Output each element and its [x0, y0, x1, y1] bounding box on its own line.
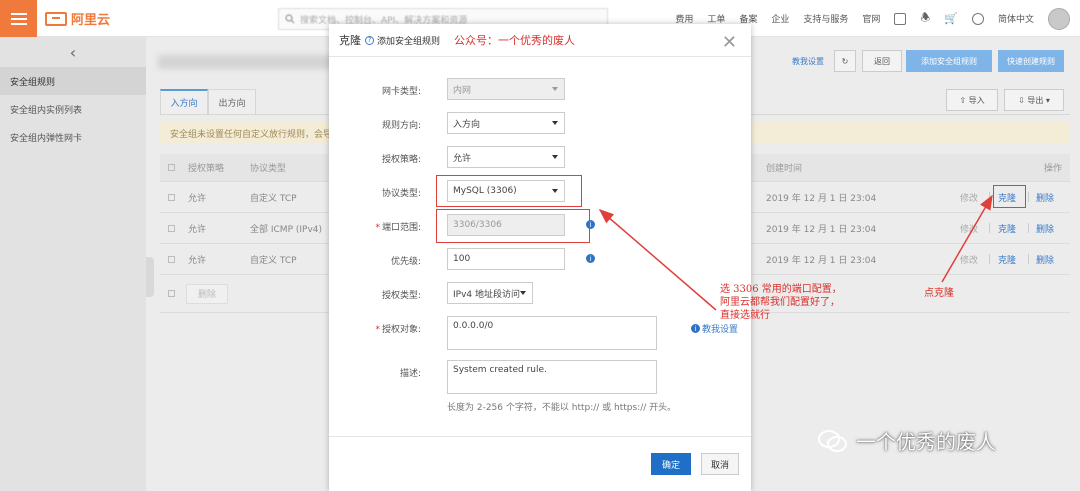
arrow-to-clone — [941, 194, 993, 283]
port-annotation: 选 3306 常用的端口配置， 阿里云都帮我们配置好了， 直接选就行 — [720, 283, 842, 322]
wechat-watermark: 一个优秀的废人 — [818, 426, 996, 455]
wechat-logo-icon — [818, 429, 847, 452]
port-annotation-line: 选 3306 常用的端口配置， — [720, 284, 842, 295]
annotation-arrows — [598, 194, 993, 311]
clone-annotation: 点克隆 — [924, 288, 954, 299]
arrow-to-port — [598, 209, 717, 311]
watermark-text: 一个优秀的废人 — [856, 430, 996, 454]
port-annotation-line: 直接选就行 — [720, 310, 770, 321]
port-annotation-line: 阿里云都帮我们配置好了， — [720, 297, 840, 308]
